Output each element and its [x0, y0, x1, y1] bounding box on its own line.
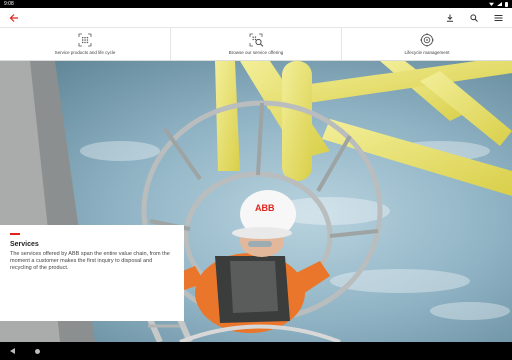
card-title: Services — [10, 240, 39, 248]
wifi-icon — [489, 2, 494, 6]
section-tabs: Service products and life cycle Browse o… — [0, 28, 512, 61]
status-bar: 9:08 — [0, 0, 512, 8]
menu-icon[interactable] — [492, 12, 504, 24]
status-time: 9:08 — [4, 1, 14, 7]
grid-scan-icon — [78, 33, 92, 47]
search-icon[interactable] — [468, 12, 480, 24]
card-accent-line — [10, 233, 20, 235]
hero-image: ABB Services The services offered by ABB… — [0, 61, 512, 342]
nav-home-icon[interactable] — [35, 348, 40, 354]
helmet-logo: ABB — [255, 203, 275, 213]
tab-service-products[interactable]: Service products and life cycle — [0, 28, 171, 60]
card-description: The services offered by ABB span the ent… — [10, 250, 170, 272]
app-bar — [0, 8, 512, 28]
tab-label: Service products and life cycle — [54, 50, 116, 55]
battery-icon — [505, 1, 508, 7]
tab-label: Lifecycle management — [404, 50, 450, 55]
tab-lifecycle-management[interactable]: Lifecycle management — [342, 28, 512, 60]
target-icon — [420, 33, 434, 47]
download-icon[interactable] — [444, 12, 456, 24]
system-nav-bar — [0, 342, 512, 360]
services-info-card: Services The services offered by ABB spa… — [0, 225, 184, 321]
app-bar-actions — [444, 12, 504, 24]
tab-label: Browse our service offering — [228, 50, 284, 55]
back-arrow-icon[interactable] — [8, 12, 20, 24]
app-screen: 9:08 Service products and life cycle Bro… — [0, 0, 512, 360]
cellular-icon — [497, 2, 502, 6]
nav-back-icon[interactable] — [10, 348, 15, 354]
search-grid-icon — [249, 33, 263, 47]
tab-browse-service-offering[interactable]: Browse our service offering — [171, 28, 342, 60]
status-icons — [489, 1, 508, 7]
